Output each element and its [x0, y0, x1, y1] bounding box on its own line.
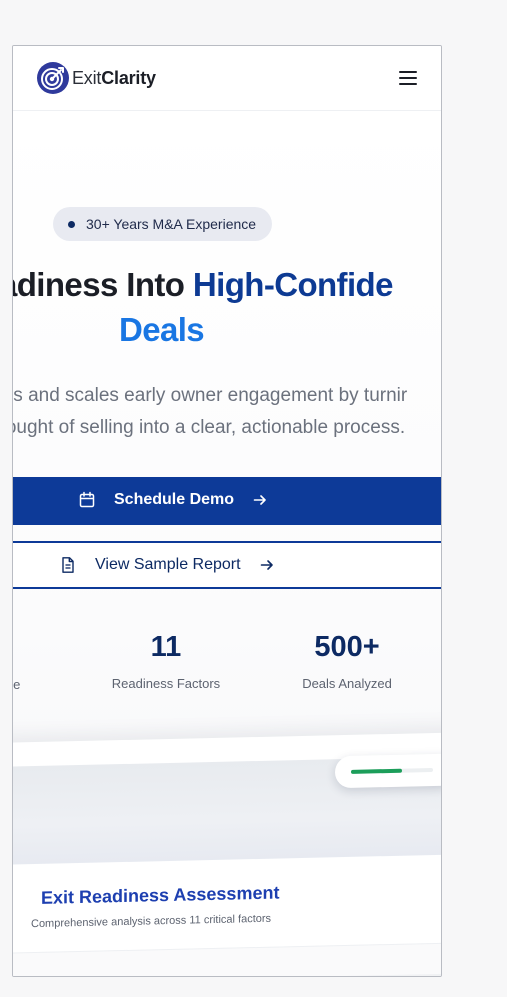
hamburger-menu-icon[interactable] — [399, 70, 417, 86]
schedule-demo-button[interactable]: Schedule Demo — [13, 477, 441, 525]
progress-fill — [351, 768, 402, 774]
calendar-icon — [79, 491, 95, 508]
brand-name: ExitClarity — [72, 67, 156, 88]
preview-card-title: Exit Readiness Assessment — [41, 882, 280, 908]
progress-pill — [335, 753, 441, 789]
stat-label: Deals Analyzed — [302, 676, 392, 691]
subtitle-line-1: izes and scales early owner engagement b… — [13, 385, 408, 406]
target-logo-icon — [37, 62, 69, 94]
document-icon — [62, 557, 74, 573]
bullet-dot-icon — [68, 220, 75, 228]
schedule-demo-label: Schedule Demo — [114, 491, 235, 508]
badge-label: 30+ Years M&A Experience — [86, 216, 257, 232]
hero-headline: adiness Into High-Confide Deals — [13, 266, 441, 366]
preview-card-subtitle: Comprehensive analysis across 11 critica… — [31, 912, 272, 931]
subtitle-line-2: thought of selling into a clear, actiona… — [13, 417, 406, 438]
stat-label: Readiness Factors — [111, 676, 221, 691]
experience-badge: 30+ Years M&A Experience — [53, 207, 273, 241]
app-frame: ExitClarity 30+ Years M&A Experience adi… — [12, 45, 442, 977]
stat-deals-analyzed: 500+ Deals Analyzed — [267, 631, 427, 691]
headline-line-1: adiness Into High-Confide — [13, 266, 393, 303]
preview-card: Exit Readiness Assessment Comprehensive … — [13, 732, 441, 976]
assessment-preview: Exit Readiness Assessment Comprehensive … — [13, 732, 441, 976]
brand-logo[interactable]: ExitClarity — [37, 62, 156, 94]
stats-row: erience 11 Readiness Factors 500+ Deals … — [13, 631, 441, 711]
stat-readiness-factors: 11 Readiness Factors — [86, 631, 246, 691]
site-header: ExitClarity — [13, 46, 441, 111]
stat-value: 500+ — [314, 631, 380, 663]
stat-label: erience — [13, 677, 21, 692]
arrow-right-icon — [260, 560, 273, 570]
progress-track — [351, 768, 433, 774]
arrow-right-icon — [253, 495, 266, 505]
hero-section: 30+ Years M&A Experience adiness Into Hi… — [13, 111, 441, 976]
view-sample-report-button[interactable]: View Sample Report — [13, 541, 441, 589]
headline-line-2: Deals — [119, 311, 205, 348]
preview-card-footer — [13, 942, 441, 976]
stat-experience: erience — [13, 631, 79, 692]
stat-value: 11 — [150, 631, 182, 663]
hero-subtitle: izes and scales early owner engagement b… — [13, 377, 441, 447]
view-sample-report-label: View Sample Report — [95, 556, 241, 573]
